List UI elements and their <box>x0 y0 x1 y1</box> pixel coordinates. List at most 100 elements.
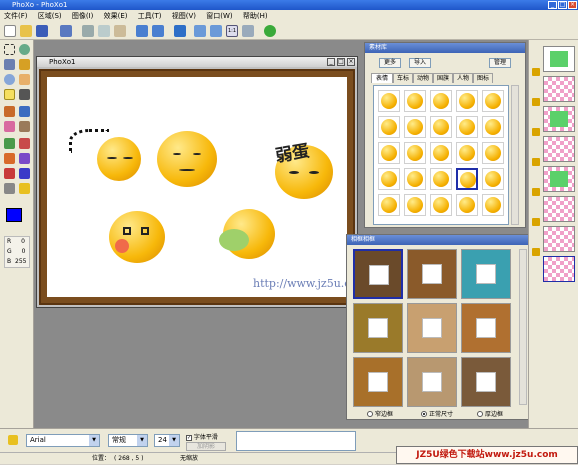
emoticon-cell[interactable] <box>378 90 400 112</box>
menu-tools[interactable]: 工具(T) <box>134 10 166 22</box>
brush-icon[interactable] <box>19 106 30 117</box>
smudge-icon[interactable] <box>19 138 30 149</box>
lock-icon[interactable] <box>532 218 540 226</box>
more-button[interactable]: 更多 <box>379 58 401 68</box>
emoticon-cell[interactable] <box>456 116 478 138</box>
lock-icon[interactable] <box>532 248 540 256</box>
tab-icons[interactable]: 图标 <box>473 73 493 83</box>
material-scrollbar[interactable] <box>511 85 519 225</box>
doc-minimize-button[interactable]: _ <box>327 58 335 66</box>
lock-icon[interactable] <box>532 128 540 136</box>
copy-icon[interactable] <box>98 25 110 37</box>
emoticon-cell[interactable] <box>430 90 452 112</box>
frame-thumbnail[interactable] <box>407 303 457 353</box>
layer-thumb-1[interactable] <box>543 76 575 102</box>
menu-window[interactable]: 窗口(W) <box>202 10 236 22</box>
frame-thumbnail[interactable] <box>353 249 403 299</box>
star-icon[interactable] <box>19 183 30 194</box>
minimize-button[interactable]: _ <box>548 1 557 9</box>
menu-select[interactable]: 区域(S) <box>34 10 66 22</box>
fit-window-icon[interactable] <box>242 25 254 37</box>
maximize-button[interactable]: □ <box>558 1 567 9</box>
emoticon-cell[interactable] <box>482 90 504 112</box>
text-input[interactable] <box>236 431 356 451</box>
smooth-checkbox[interactable]: ✓ 字体平滑 <box>186 432 218 441</box>
layer-thumb-2[interactable] <box>543 106 575 132</box>
redo-icon[interactable] <box>152 25 164 37</box>
normal-size-radio[interactable]: 正常尺寸 <box>421 409 453 418</box>
emoticon-cell[interactable] <box>456 142 478 164</box>
tab-animals[interactable]: 动物 <box>413 73 433 83</box>
refresh-icon[interactable] <box>174 25 186 37</box>
emoticon-cell[interactable] <box>430 116 452 138</box>
emoticon-cell[interactable] <box>378 168 400 190</box>
shape-icon[interactable] <box>4 168 15 179</box>
sharpen-icon[interactable] <box>4 138 15 149</box>
emoticon-cell[interactable] <box>456 90 478 112</box>
emoticon-cell[interactable] <box>482 116 504 138</box>
crop-icon[interactable] <box>4 183 15 194</box>
emoticon-cell[interactable] <box>430 142 452 164</box>
layer-thumb-0[interactable] <box>543 46 575 72</box>
move-icon[interactable] <box>4 59 15 70</box>
close-button[interactable]: × <box>568 1 577 9</box>
paste-icon[interactable] <box>114 25 126 37</box>
frame-thumbnail[interactable] <box>407 249 457 299</box>
emoticon-cell[interactable] <box>482 142 504 164</box>
frame-thumbnail[interactable] <box>353 303 403 353</box>
emoticon-cell[interactable] <box>378 116 400 138</box>
font-size-select[interactable]: 24 ▼ <box>154 434 180 447</box>
menu-effect[interactable]: 效果(E) <box>100 10 132 22</box>
emoticon-cell[interactable] <box>482 168 504 190</box>
frame-thumbnail[interactable] <box>461 249 511 299</box>
pencil-icon[interactable] <box>4 106 15 117</box>
emoticon-cell[interactable] <box>456 194 478 216</box>
lock-icon[interactable] <box>532 98 540 106</box>
tab-emoticons[interactable]: 表情 <box>371 73 393 83</box>
import-button[interactable]: 导入 <box>409 58 431 68</box>
tab-people[interactable]: 人物 <box>453 73 473 83</box>
font-select[interactable]: Arial ▼ <box>26 434 100 447</box>
lock-icon[interactable] <box>532 68 540 76</box>
clone-icon[interactable] <box>19 121 30 132</box>
narrow-frame-radio[interactable]: 窄边框 <box>367 409 393 418</box>
menu-image[interactable]: 图像(I) <box>68 10 98 22</box>
frame-thumbnail[interactable] <box>353 357 403 407</box>
zoom-icon[interactable] <box>4 74 15 85</box>
lasso-icon[interactable] <box>19 44 30 55</box>
zoom-in-icon[interactable] <box>194 25 206 37</box>
cut-icon[interactable] <box>82 25 94 37</box>
frame-scrollbar[interactable] <box>519 249 527 405</box>
doc-maximize-button[interactable]: □ <box>337 58 345 66</box>
gradient-icon[interactable] <box>19 153 30 164</box>
undo-icon[interactable] <box>136 25 148 37</box>
menu-file[interactable]: 文件(F) <box>0 10 32 22</box>
canvas[interactable]: 弱蛋 http://www.jz5u.com <box>47 77 368 297</box>
thick-frame-radio[interactable]: 厚边框 <box>477 409 503 418</box>
emoticon-cell[interactable] <box>404 90 426 112</box>
layer-thumb-4[interactable] <box>543 166 575 192</box>
doc-close-button[interactable]: × <box>347 58 355 66</box>
actual-size-icon[interactable]: 1:1 <box>226 25 238 37</box>
line-icon[interactable] <box>19 168 30 179</box>
save-icon[interactable] <box>36 25 48 37</box>
emoticon-cell[interactable] <box>378 142 400 164</box>
emoticon-cell[interactable] <box>482 194 504 216</box>
hand-icon[interactable] <box>19 74 30 85</box>
tab-flags[interactable]: 国旗 <box>433 73 453 83</box>
magic-wand-icon[interactable] <box>19 59 30 70</box>
layer-thumb-5[interactable] <box>543 196 575 222</box>
eyedropper-icon[interactable] <box>19 89 30 100</box>
emoticon-cell[interactable] <box>404 168 426 190</box>
open-icon[interactable] <box>20 25 32 37</box>
frame-thumbnail[interactable] <box>407 357 457 407</box>
tab-car-logos[interactable]: 车标 <box>393 73 413 83</box>
zoom-out-icon[interactable] <box>210 25 222 37</box>
emoticon-cell[interactable] <box>378 194 400 216</box>
scan-icon[interactable] <box>60 25 72 37</box>
foreground-color-swatch[interactable] <box>6 208 22 222</box>
frame-thumbnail[interactable] <box>461 303 511 353</box>
font-style-select[interactable]: 常规 ▼ <box>108 434 148 447</box>
emoticon-cell[interactable] <box>404 116 426 138</box>
add-shadow-button[interactable]: 加阴影 <box>186 442 226 451</box>
